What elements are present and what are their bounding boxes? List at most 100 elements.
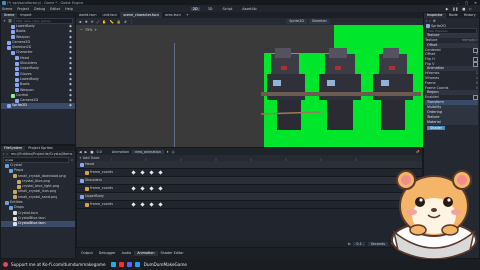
menu-project[interactable]: Project	[17, 7, 29, 11]
back-icon[interactable]: ‹	[3, 152, 4, 156]
tab-animation[interactable]: Animation	[134, 251, 158, 256]
workspace-3d[interactable]: 3D	[206, 7, 215, 11]
workspace-script[interactable]: Script	[220, 7, 234, 11]
snap-icon[interactable]: ⧉	[348, 242, 350, 246]
add-scene-tab-icon[interactable]: +	[186, 13, 189, 17]
pause-icon[interactable]: ❚❚	[452, 7, 458, 11]
checkbox[interactable]	[473, 61, 478, 67]
keyframe-icon[interactable]	[149, 170, 154, 175]
anim-play-backwards-icon[interactable]: ◀	[79, 150, 82, 154]
character-sprite	[367, 48, 421, 130]
anim-stop-icon[interactable]: ■	[90, 150, 93, 154]
onion-skin-icon[interactable]: ◎	[172, 150, 175, 154]
select-tool-icon[interactable]: ➤	[79, 20, 82, 24]
link-icon[interactable]: ⛓	[8, 19, 12, 23]
keyframe-icon[interactable]	[131, 202, 136, 207]
snap-value[interactable]: 0.1	[353, 241, 365, 246]
zoom-out-icon[interactable]: −	[80, 28, 83, 32]
anim-time[interactable]: 0.0	[96, 150, 101, 154]
keyframe-icon[interactable]	[149, 202, 154, 207]
keyframe-icon[interactable]	[140, 170, 145, 175]
anim-play-icon[interactable]: ▶	[85, 150, 88, 154]
keyframe-icon[interactable]	[158, 202, 163, 207]
checkbox[interactable]	[473, 95, 478, 101]
kofi-icon	[110, 262, 116, 267]
skeleton-menu-button[interactable]: Skeleton	[309, 19, 330, 24]
keyframe-icon[interactable]	[158, 170, 163, 175]
viewport-2d[interactable]: ➤ ✥ ⟳ ⤢ ✋ 📏 🔒 # ⋮ Sprite2D Skeleton − 75…	[76, 18, 423, 147]
play-scene-icon[interactable]: ▷	[469, 7, 472, 11]
image-icon	[13, 174, 17, 179]
file-item-selected[interactable]: CrystalBlue.tscn	[1, 221, 75, 227]
tree-node-selected[interactable]: Sprite2D ◉	[1, 103, 75, 109]
twitter-icon	[134, 262, 140, 267]
animation-select[interactable]: new_animation	[132, 149, 164, 154]
time-mode-select[interactable]: Seconds	[367, 241, 388, 246]
tab-filesystem[interactable]: FileSystem	[1, 146, 26, 151]
keyframe-icon[interactable]	[131, 170, 136, 175]
image-icon	[13, 190, 17, 195]
scale-tool-icon[interactable]: ⤢	[97, 20, 100, 24]
autoplay-icon[interactable]: ⏵	[167, 150, 169, 154]
tab-output[interactable]: Output	[78, 251, 96, 256]
inspector-back-icon[interactable]: ‹	[426, 19, 427, 23]
tab-node[interactable]: Node	[446, 13, 461, 18]
menu-help[interactable]: Help	[65, 7, 73, 11]
add-node-icon[interactable]: +	[3, 19, 6, 23]
tab-inspector[interactable]: Inspector	[424, 13, 446, 18]
view-menu[interactable]: ⋮	[130, 20, 133, 24]
search-icon[interactable]: ⌕	[71, 158, 73, 162]
channel-name[interactable]: DumDumMakeGame	[144, 262, 187, 267]
inspector-forward-icon[interactable]: ›	[429, 19, 430, 23]
pan-tool-icon[interactable]: ✋	[102, 20, 106, 24]
minimize-icon[interactable]: –	[457, 1, 459, 5]
shader-button[interactable]: Shader	[427, 125, 446, 130]
scene-filter-input[interactable]	[14, 17, 73, 24]
zoom-level[interactable]: 75%	[85, 28, 93, 32]
forward-icon[interactable]: ›	[6, 152, 7, 156]
ruler-tool-icon[interactable]: 📏	[109, 20, 113, 24]
track-row[interactable]: frame_coords	[77, 169, 422, 177]
workspace-2d[interactable]: 2D	[190, 6, 200, 11]
sprite2d-menu-button[interactable]: Sprite2D	[286, 19, 308, 24]
keyframe-icon[interactable]	[149, 186, 154, 191]
menu-scene[interactable]: Scene	[2, 7, 12, 11]
eye-icon[interactable]: ◉	[69, 103, 72, 108]
tab-shader-editor[interactable]: Shader Editor	[158, 251, 187, 256]
keyframe-icon[interactable]	[158, 186, 163, 191]
timeline-ruler	[111, 158, 357, 161]
menu-debug[interactable]: Debug	[34, 7, 45, 11]
filesystem-path[interactable]: res://Entities/Projectile/Crystal/Items	[9, 152, 73, 156]
animation-header[interactable]: Animation	[112, 150, 129, 154]
workspace-assetlib[interactable]: AssetLib	[240, 7, 258, 11]
keyframe-icon[interactable]	[131, 186, 136, 191]
zoom-controls: − 75% +	[80, 27, 97, 33]
grid-snap-icon[interactable]: #	[124, 20, 127, 24]
lock-icon[interactable]: 🔒	[117, 20, 121, 24]
skeleton-icon	[7, 45, 11, 50]
tab-debugger[interactable]: Debugger	[96, 251, 119, 256]
close-icon[interactable]: ✕	[474, 1, 477, 5]
folder-icon	[5, 163, 9, 168]
zoom-in-icon[interactable]: +	[94, 28, 97, 32]
inspector-settings-icon[interactable]: ⚙	[433, 19, 436, 23]
add-track-button[interactable]: + Add Track	[79, 156, 99, 160]
track-row[interactable]: frame_coords	[77, 201, 422, 209]
keyframe-icon[interactable]	[140, 202, 145, 207]
move-tool-icon[interactable]: ✥	[85, 20, 88, 24]
property-icon	[85, 202, 89, 207]
tab-project-sprites[interactable]: Project Sprites	[25, 146, 56, 151]
keyframe-icon[interactable]	[140, 186, 145, 191]
play-icon[interactable]: ▶	[446, 7, 449, 11]
rotate-tool-icon[interactable]: ⟳	[91, 20, 94, 24]
tab-history[interactable]: History	[461, 13, 479, 18]
stop-icon[interactable]: ■	[462, 7, 465, 11]
sprite-icon	[15, 72, 19, 77]
menu-editor[interactable]: Editor	[50, 7, 60, 11]
support-text[interactable]: Support me at Ko-fi.com/dumdummakegame	[11, 262, 106, 267]
track-row[interactable]: frame_coords	[77, 185, 422, 193]
maximize-icon[interactable]: ▢	[465, 1, 468, 5]
pin-icon[interactable]: 📌	[416, 150, 420, 154]
tab-audio[interactable]: Audio	[119, 251, 135, 256]
image-icon	[17, 179, 21, 184]
